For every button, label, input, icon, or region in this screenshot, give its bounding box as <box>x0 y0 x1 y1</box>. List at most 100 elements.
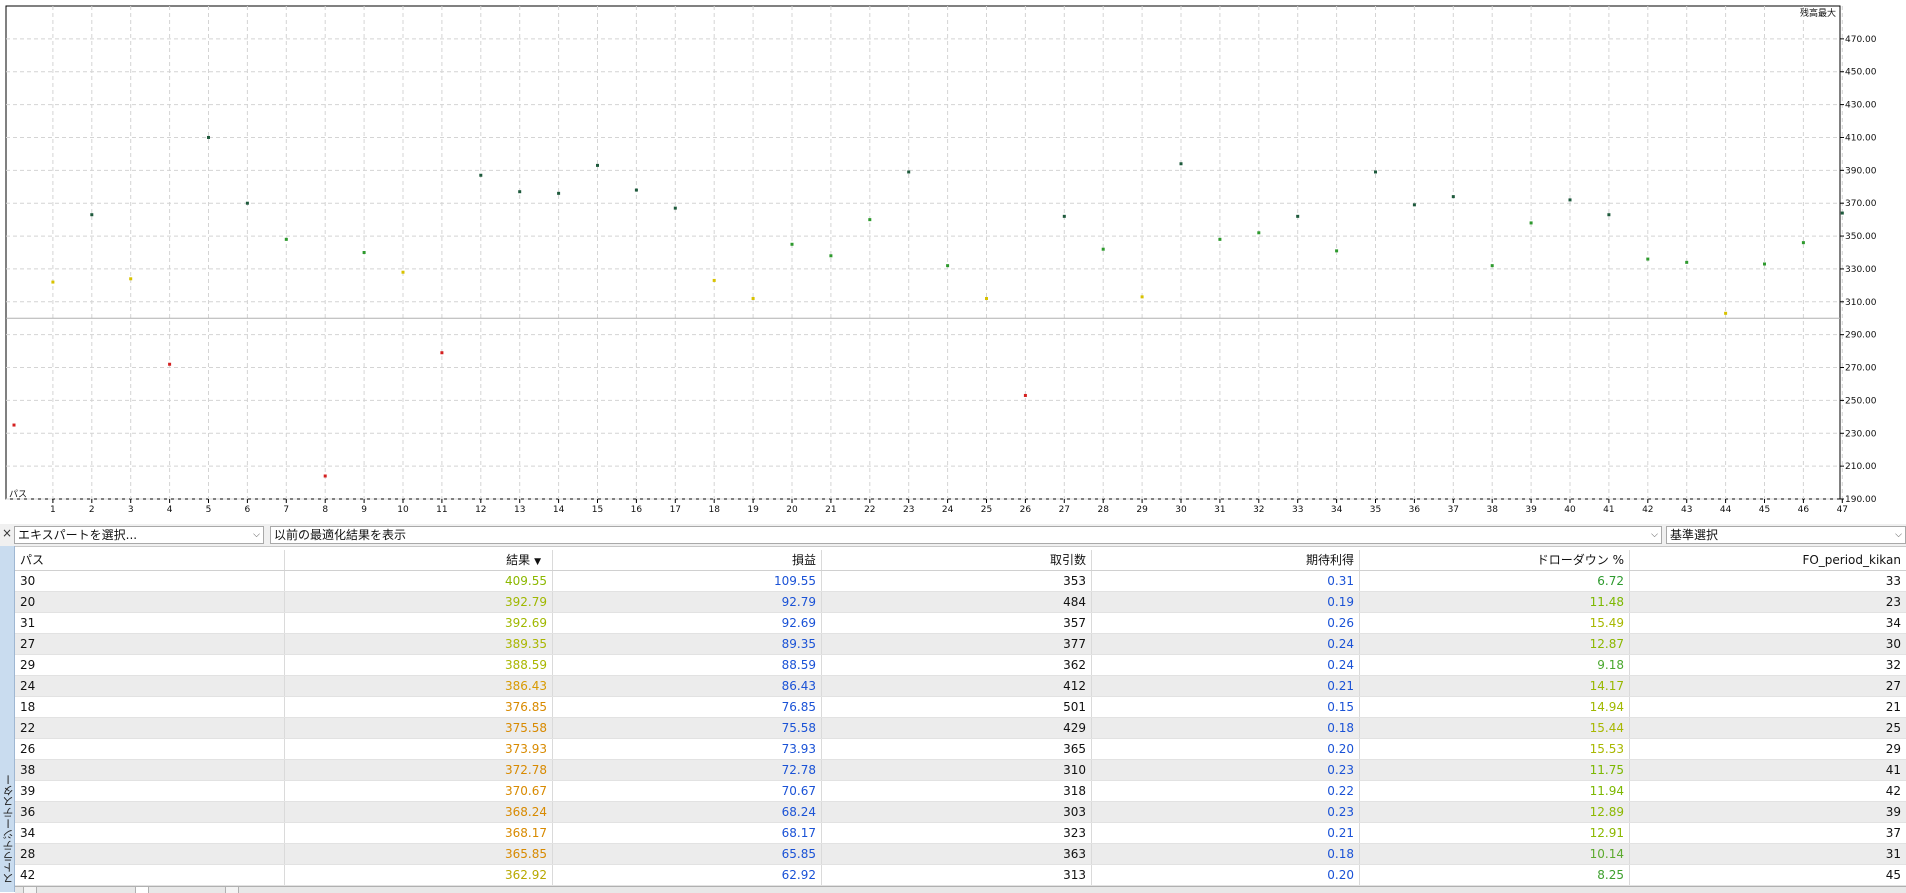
table-row[interactable]: 27 389.35 89.35 377 0.24 12.87 30 <box>15 634 1906 655</box>
table-row[interactable]: 18 376.85 76.85 501 0.15 14.94 21 <box>15 697 1906 718</box>
scatter-point[interactable] <box>596 163 599 167</box>
cell-fo-period: 21 <box>1885 700 1901 714</box>
scatter-point[interactable] <box>1218 237 1222 241</box>
scatter-point[interactable] <box>1101 247 1105 251</box>
header-profit[interactable]: 損益 <box>553 550 822 570</box>
scatter-point[interactable] <box>712 278 716 282</box>
header-fo-period[interactable]: FO_period_kikan <box>1630 550 1906 570</box>
scatter-point[interactable] <box>673 206 677 210</box>
optimization-scatter-chart: 190.00 210.00 230.00 250.00 270.00 290.00 310.… <box>0 0 1906 525</box>
scatter-point[interactable] <box>168 362 172 366</box>
scatter-point[interactable] <box>284 237 288 241</box>
scatter-point[interactable] <box>985 297 988 301</box>
cell-expected-payoff: 0.26 <box>1092 613 1360 633</box>
tab-optimization-results[interactable] <box>135 887 149 893</box>
scatter-point[interactable] <box>1763 262 1766 266</box>
scatter-point[interactable] <box>401 270 405 274</box>
cell-profit: 68.24 <box>553 802 822 822</box>
table-row[interactable]: 30 409.55 109.55 353 0.31 6.72 33 <box>15 571 1906 592</box>
header-pass[interactable]: パス <box>15 550 285 570</box>
table-row[interactable]: 29 388.59 88.59 362 0.24 9.18 32 <box>15 655 1906 676</box>
cell-expected-payoff: 0.31 <box>1092 571 1360 591</box>
scatter-point[interactable] <box>362 251 366 254</box>
scatter-point[interactable] <box>1529 221 1533 225</box>
scatter-point[interactable] <box>790 242 794 246</box>
scatter-point[interactable] <box>1685 260 1689 264</box>
tab-overview[interactable] <box>23 887 37 893</box>
scatter-point[interactable] <box>51 280 55 284</box>
scatter-point[interactable] <box>207 135 210 139</box>
y-tick-label: 410.00 <box>1845 133 1877 143</box>
scatter-point[interactable] <box>634 188 638 192</box>
scatter-point[interactable] <box>1412 203 1416 207</box>
scatter-point[interactable] <box>557 191 561 195</box>
header-result[interactable]: 結果 ▼ <box>285 550 553 570</box>
close-icon[interactable]: × <box>2 526 12 540</box>
scatter-point[interactable] <box>907 170 911 174</box>
table-row[interactable]: 20 392.79 92.79 484 0.19 11.48 23 <box>15 592 1906 613</box>
table-row[interactable]: 24 386.43 86.43 412 0.21 14.17 27 <box>15 676 1906 697</box>
scatter-point[interactable] <box>12 423 16 427</box>
scatter-point[interactable] <box>245 201 249 205</box>
tab-journal[interactable] <box>225 887 239 893</box>
scatter-point[interactable] <box>479 173 483 177</box>
table-row[interactable]: 26 373.93 73.93 365 0.20 15.53 29 <box>15 739 1906 760</box>
table-row[interactable]: 34 368.17 68.17 323 0.21 12.91 37 <box>15 823 1906 844</box>
scatter-point[interactable] <box>1140 295 1144 299</box>
previous-results-dropdown[interactable]: 以前の最適化結果を表示 ⌵ <box>270 526 1662 544</box>
scatter-point[interactable] <box>829 254 833 258</box>
cell-fo-period: 27 <box>1885 679 1901 693</box>
table-row[interactable]: 28 365.85 65.85 363 0.18 10.14 31 <box>15 844 1906 865</box>
table-row[interactable]: 39 370.67 70.67 318 0.22 11.94 42 <box>15 781 1906 802</box>
cell-expected-payoff: 0.21 <box>1092 676 1360 696</box>
scatter-point[interactable] <box>1374 170 1377 174</box>
scatter-point[interactable] <box>323 474 327 478</box>
header-result-label: 結果 <box>506 553 531 567</box>
cell-drawdown: 12.91 <box>1360 823 1630 843</box>
scatter-point[interactable] <box>751 297 755 301</box>
scatter-point[interactable] <box>1296 214 1300 218</box>
cell-profit: 73.93 <box>553 739 822 759</box>
cell-trades: 313 <box>822 865 1092 885</box>
table-row[interactable]: 38 372.78 72.78 310 0.23 11.75 41 <box>15 760 1906 781</box>
scatter-point[interactable] <box>868 218 872 222</box>
scatter-point[interactable] <box>1023 393 1027 397</box>
cell-fo-period: 42 <box>1885 784 1901 798</box>
x-tick-label: 27 <box>1059 505 1070 515</box>
scatter-point[interactable] <box>1451 195 1455 199</box>
criteria-select-dropdown[interactable]: 基準選択 ⌵ <box>1666 526 1906 544</box>
scatter-point[interactable] <box>1568 198 1572 202</box>
scatter-point[interactable] <box>518 190 522 194</box>
x-tick-label: 38 <box>1486 505 1498 515</box>
cell-pass: 26 <box>15 739 285 759</box>
x-tick-label: 9 <box>361 505 367 515</box>
scatter-point[interactable] <box>1179 162 1183 166</box>
scatter-point[interactable] <box>129 277 133 281</box>
scatter-point[interactable] <box>1490 264 1494 268</box>
expert-select-dropdown[interactable]: エキスパートを選択... ⌵ <box>14 526 264 544</box>
scatter-point[interactable] <box>1724 311 1728 315</box>
cell-expected-payoff: 0.19 <box>1092 592 1360 612</box>
cell-profit: 89.35 <box>553 634 822 654</box>
scatter-point[interactable] <box>440 351 444 355</box>
header-drawdown[interactable]: ドローダウン % <box>1360 550 1630 570</box>
scatter-point[interactable] <box>1840 211 1844 215</box>
scatter-point[interactable] <box>1646 257 1650 261</box>
table-row[interactable]: 42 362.92 62.92 313 0.20 8.25 45 <box>15 865 1906 886</box>
scatter-point[interactable] <box>1257 231 1261 235</box>
scatter-point[interactable] <box>946 264 950 268</box>
scatter-point[interactable] <box>1062 214 1066 218</box>
table-row[interactable]: 31 392.69 92.69 357 0.26 15.49 34 <box>15 613 1906 634</box>
scatter-point[interactable] <box>90 213 94 217</box>
scatter-point[interactable] <box>1335 249 1339 253</box>
table-row[interactable]: 22 375.58 75.58 429 0.18 15.44 25 <box>15 718 1906 739</box>
y-tick-label: 290.00 <box>1845 331 1877 341</box>
header-expected-payoff[interactable]: 期待利得 <box>1092 550 1360 570</box>
table-row[interactable]: 36 368.24 68.24 303 0.23 12.89 39 <box>15 802 1906 823</box>
cell-result: 365.85 <box>285 844 553 864</box>
header-trades[interactable]: 取引数 <box>822 550 1092 570</box>
x-tick-label: 42 <box>1642 505 1653 515</box>
scatter-point[interactable] <box>1801 241 1805 245</box>
scatter-point[interactable] <box>1607 213 1611 217</box>
side-panel-strip[interactable]: ストラテジーテスター <box>0 546 15 892</box>
